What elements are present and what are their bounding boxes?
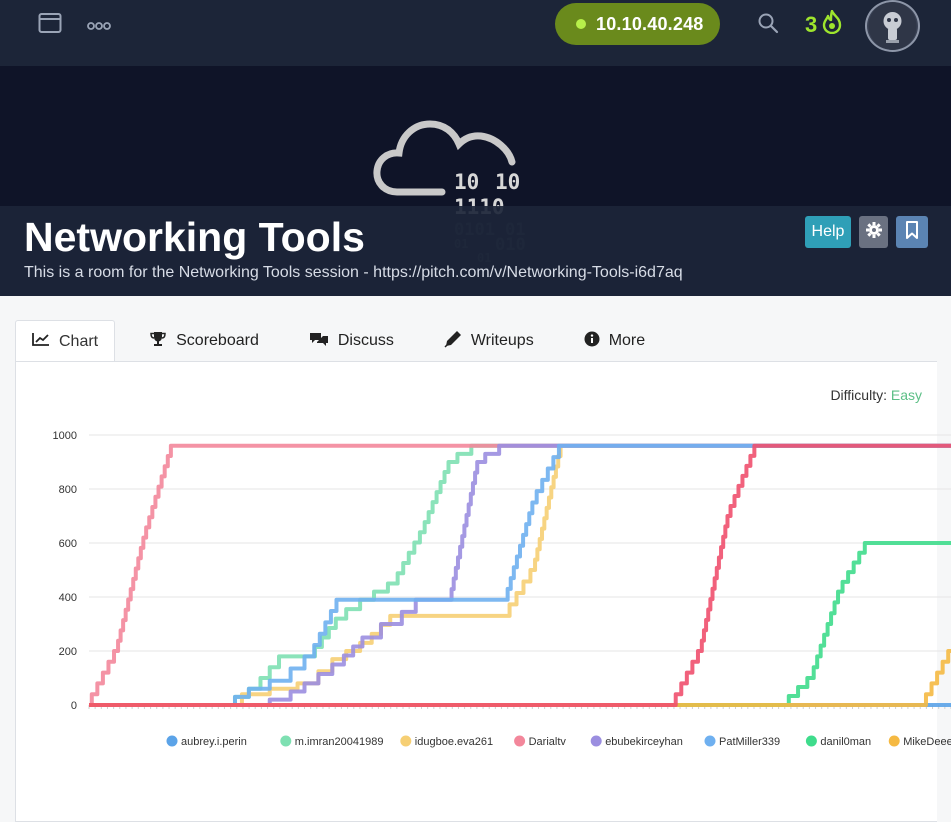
legend-swatch: [400, 735, 412, 747]
info-icon: [584, 331, 609, 352]
logo-bits-2: 10: [495, 170, 520, 194]
search-icon[interactable]: [757, 12, 779, 39]
series-line-4: [89, 443, 951, 707]
y-tick-label: 800: [59, 484, 77, 496]
series-line-8: [89, 443, 951, 707]
settings-button[interactable]: [859, 216, 888, 248]
comments-icon: [309, 331, 338, 352]
tab-more[interactable]: More: [568, 320, 661, 362]
tab-more-label: More: [608, 332, 646, 349]
y-tick-label: 200: [59, 646, 77, 658]
legend-swatch: [280, 735, 292, 747]
legend-swatch: [514, 735, 526, 747]
difficulty-indicator: Difficulty: Easy: [830, 387, 922, 403]
y-tick-label: 0: [71, 700, 77, 712]
series-line-1: [89, 443, 951, 707]
legend-swatch: [590, 735, 602, 747]
fire-icon: [822, 9, 842, 40]
bookmark-icon: [905, 220, 919, 244]
difficulty-level: Easy: [890, 387, 922, 403]
machine-ip-badge[interactable]: 10.10.40.248: [555, 3, 720, 45]
legend-label: PatMiller339: [719, 736, 780, 748]
logo-bits-1: 10: [454, 170, 479, 194]
series-line-5: [89, 443, 951, 707]
legend-swatch: [704, 735, 716, 747]
tab-writeups[interactable]: Writeups: [428, 320, 550, 362]
top-navbar: 10.10.40.248 3: [0, 0, 951, 66]
series-line-3: [89, 443, 951, 707]
browser-window-icon[interactable]: [38, 12, 62, 39]
pen-icon: [444, 330, 471, 353]
series-line-6: [89, 541, 951, 707]
tab-discuss-label: Discuss: [337, 332, 394, 349]
streak-count: 3: [805, 12, 818, 37]
more-options-icon[interactable]: [87, 18, 111, 36]
tab-scoreboard-label: Scoreboard: [176, 332, 259, 349]
legend-label: danil0man: [820, 736, 871, 748]
user-avatar[interactable]: [865, 0, 920, 52]
room-banner: 10 10 1110 0101 01 01 010 01 Networking …: [0, 66, 951, 296]
legend-label: idugboe.eva261: [415, 736, 493, 748]
tab-writeups-label: Writeups: [470, 332, 534, 349]
chart-line-icon: [32, 332, 59, 351]
series-line-2: [89, 443, 951, 707]
y-tick-label: 400: [59, 592, 77, 604]
tab-scoreboard[interactable]: Scoreboard: [133, 320, 275, 362]
legend-swatch: [805, 735, 817, 747]
y-tick-label: 600: [59, 538, 77, 550]
tab-discuss[interactable]: Discuss: [293, 320, 410, 362]
room-tabs: Chart Scoreboard Discuss Writeups More: [15, 320, 679, 362]
tab-chart[interactable]: Chart: [15, 320, 116, 362]
legend-label: Darialtv: [529, 736, 567, 748]
legend-label: ebubekirceyhan: [605, 736, 683, 748]
legend-label: MikeDeee: [903, 736, 951, 748]
streak-counter[interactable]: 3: [805, 9, 842, 40]
series-line-7: [89, 649, 951, 707]
legend-label: m.imran20041989: [295, 736, 384, 748]
tab-chart-label: Chart: [59, 332, 99, 350]
ip-address: 10.10.40.248: [596, 13, 704, 34]
legend-swatch: [888, 735, 900, 747]
status-dot: [576, 19, 586, 29]
room-title: Networking Tools: [24, 214, 365, 260]
gear-icon: [865, 221, 882, 243]
help-button[interactable]: Help: [805, 216, 851, 248]
room-description: This is a room for the Networking Tools …: [24, 264, 683, 281]
difficulty-label: Difficulty:: [830, 387, 887, 403]
y-tick-label: 1000: [53, 430, 77, 442]
legend-label: aubrey.i.perin: [181, 736, 247, 748]
bookmark-button[interactable]: [896, 216, 928, 248]
legend-swatch: [166, 735, 178, 747]
trophy-icon: [149, 331, 176, 352]
progress-chart: 0 200 400 600 800 1000 aubrey.i.perin m.imran20…: [53, 430, 951, 748]
